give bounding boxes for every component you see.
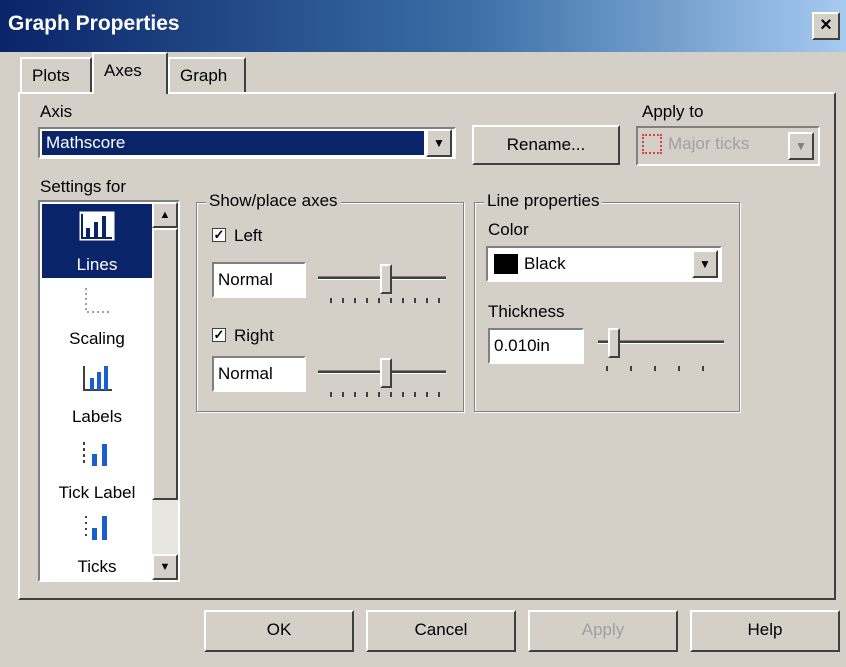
ticks-icon xyxy=(85,516,107,540)
window-title: Graph Properties xyxy=(8,12,180,35)
list-item-label: Lines xyxy=(76,255,118,274)
axis-label: Axis xyxy=(40,102,73,121)
right-axis-label: Right xyxy=(234,326,274,345)
list-item-ticks[interactable]: Ticks xyxy=(42,512,152,577)
scrollbar-thumb[interactable] xyxy=(152,228,178,500)
show-place-axes-legend: Show/place axes xyxy=(206,191,341,211)
color-dropdown[interactable]: Black ▼ xyxy=(486,246,722,282)
scroll-down-icon[interactable]: ▼ xyxy=(152,554,178,580)
cancel-button[interactable]: Cancel xyxy=(366,610,516,652)
right-axis-checkbox[interactable]: ✓ xyxy=(212,328,226,342)
thickness-label: Thickness xyxy=(488,302,565,321)
axis-dropdown[interactable]: Mathscore ▼ xyxy=(38,127,456,159)
scroll-up-icon[interactable]: ▲ xyxy=(152,202,178,228)
close-button[interactable]: × xyxy=(812,12,840,40)
list-item-label: Ticks xyxy=(77,557,117,576)
settings-scrollbar[interactable]: ▲ ▼ xyxy=(152,202,178,580)
apply-button[interactable]: Apply xyxy=(528,610,678,652)
left-axis-slider-ticks xyxy=(330,298,444,303)
apply-to-value: Major ticks xyxy=(668,134,750,153)
right-axis-slider-ticks xyxy=(330,392,444,397)
list-item-tick-label[interactable]: Tick Label xyxy=(42,438,152,503)
rename-button[interactable]: Rename... xyxy=(472,125,620,165)
chevron-down-icon[interactable]: ▼ xyxy=(426,129,452,157)
right-axis-position-field[interactable]: Normal xyxy=(212,356,306,392)
ok-button[interactable]: OK xyxy=(204,610,354,652)
chevron-down-icon[interactable]: ▼ xyxy=(692,250,718,278)
thickness-field[interactable]: 0.010in xyxy=(488,328,584,364)
list-item-labels[interactable]: Labels xyxy=(42,362,152,427)
help-button[interactable]: Help xyxy=(690,610,840,652)
major-ticks-icon xyxy=(642,134,662,154)
apply-to-label: Apply to xyxy=(642,102,704,121)
left-axis-position-field[interactable]: Normal xyxy=(212,262,306,298)
line-properties-legend: Line properties xyxy=(484,191,603,211)
tab-axes[interactable]: Axes xyxy=(92,52,168,94)
thickness-slider-thumb[interactable] xyxy=(608,328,620,358)
left-axis-label: Left xyxy=(234,226,263,245)
tick-label-icon xyxy=(83,442,107,466)
color-value: Black xyxy=(524,254,566,273)
list-item-scaling[interactable]: Scaling xyxy=(42,284,152,349)
axis-dropdown-value: Mathscore xyxy=(42,131,424,155)
settings-for-label: Settings for xyxy=(40,177,126,196)
color-label: Color xyxy=(488,220,529,239)
settings-list[interactable]: Lines Scaling Labels Tick Label Ticks ▲ … xyxy=(38,200,180,582)
lines-icon xyxy=(79,211,115,241)
right-axis-slider-thumb[interactable] xyxy=(380,358,392,388)
scaling-icon xyxy=(85,288,112,313)
left-axis-slider-thumb[interactable] xyxy=(380,264,392,294)
list-item-label: Tick Label xyxy=(58,483,136,502)
tab-plots[interactable]: Plots xyxy=(20,57,92,93)
apply-to-dropdown[interactable]: Major ticks ▼ xyxy=(636,126,820,166)
list-item-label: Labels xyxy=(71,407,123,426)
left-axis-checkbox[interactable]: ✓ xyxy=(212,228,226,242)
thickness-slider-ticks xyxy=(606,366,724,371)
tab-graph[interactable]: Graph xyxy=(168,57,246,93)
chevron-down-icon[interactable]: ▼ xyxy=(788,132,814,160)
color-swatch xyxy=(494,254,518,274)
labels-icon xyxy=(83,366,112,391)
list-item-lines[interactable]: Lines xyxy=(42,210,152,275)
list-item-label: Scaling xyxy=(69,329,125,348)
